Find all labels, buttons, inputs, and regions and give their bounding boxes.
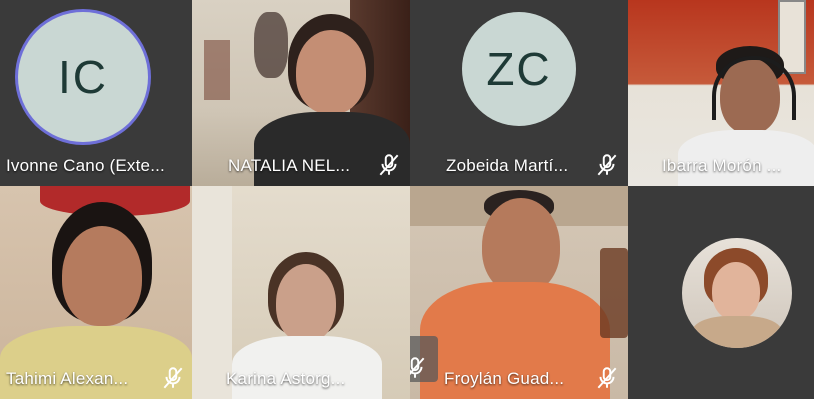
wall-decoration	[254, 12, 288, 78]
person-face	[276, 264, 336, 342]
person-face	[296, 30, 366, 114]
participant-name: Zobeida Martí...	[446, 156, 569, 175]
initials-text: IC	[58, 51, 108, 103]
person-body	[232, 336, 382, 399]
mic-off-icon	[597, 154, 617, 176]
participant-name: Tahimi Alexan...	[6, 369, 129, 388]
participant-tile-natalia[interactable]: NATALIA NEL...	[192, 0, 410, 186]
mic-off-icon	[410, 357, 425, 378]
person-face	[62, 226, 142, 326]
person-face	[482, 198, 560, 294]
participant-name: Ivonne Cano (Exte...	[6, 156, 165, 175]
person-body	[692, 316, 782, 348]
wall-decoration	[204, 40, 230, 100]
person-face	[712, 262, 760, 320]
initials-text: ZC	[486, 43, 552, 95]
participant-tile-ivonne[interactable]: IC Ivonne Cano (Exte...	[0, 0, 192, 186]
participant-tile-avatar[interactable]	[628, 186, 814, 399]
participant-name: NATALIA NEL...	[228, 156, 351, 175]
mic-off-icon	[379, 154, 399, 176]
participant-name: Froylán Guad...	[444, 369, 565, 388]
participant-name: Ibarra Morón ...	[662, 156, 782, 175]
participant-tile-tahimi[interactable]: Tahimi Alexan...	[0, 186, 192, 399]
participant-tile-zobeida[interactable]: ZC Zobeida Martí...	[410, 0, 628, 186]
mic-off-icon	[163, 367, 183, 389]
participant-tile-karina[interactable]: Karina Astorg...	[192, 186, 410, 399]
avatar	[682, 238, 792, 348]
video-grid: IC Ivonne Cano (Exte... NATALIA NEL... Z…	[0, 0, 814, 399]
participant-tile-ibarra[interactable]: Ibarra Morón ...	[628, 0, 814, 186]
participant-name: Karina Astorg...	[226, 369, 346, 388]
mic-off-icon	[597, 367, 617, 389]
participant-tile-froylan[interactable]: Froylán Guad...	[410, 186, 628, 399]
avatar-initials: IC	[18, 12, 148, 142]
glass	[600, 248, 628, 338]
avatar-initials: ZC	[462, 12, 576, 126]
door-frame	[192, 186, 232, 399]
